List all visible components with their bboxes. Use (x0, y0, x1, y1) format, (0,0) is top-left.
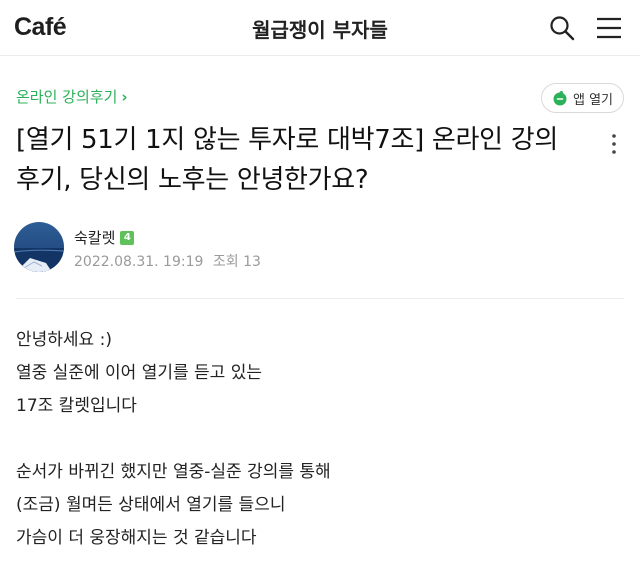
board-link[interactable]: 온라인 강의후기 › (16, 86, 128, 107)
level-badge-icon: 4 (120, 230, 135, 245)
content-line: 안녕하세요 :) (16, 330, 112, 350)
menu-icon[interactable] (594, 13, 624, 43)
chevron-right-icon: › (121, 88, 128, 106)
author-info: 숙칼렛 4 (74, 227, 135, 248)
board-name: 온라인 강의후기 (16, 88, 118, 106)
post-date: 2022.08.31. 19:19 (74, 254, 204, 270)
content-line: 순서가 바뀌긴 했지만 열중-실준 강의를 통해 (16, 462, 331, 482)
content-line: (조금) 월며든 상태에서 열기를 들으니 (16, 495, 286, 515)
open-app-label: 앱 열기 (572, 92, 613, 108)
content-line: 17조 칼렛입니다 (16, 396, 137, 416)
post-title: [열기 51기 1지 않는 투자로 대박7조] 온라인 강의 후기, 당신의 노… (16, 125, 558, 195)
content-line: 가슴이 더 웅장해지는 것 같습니다 (16, 528, 257, 548)
top-app-bar: Café 월급쟁이 부자들 (0, 0, 640, 56)
view-count: 조회 13 (212, 254, 261, 270)
divider (16, 298, 624, 299)
more-vertical-icon[interactable] (606, 131, 622, 157)
content-line-blank (16, 423, 616, 456)
cafe-cup-icon (553, 91, 567, 106)
author-name[interactable]: 숙칼렛 (74, 227, 115, 248)
search-icon[interactable] (547, 13, 577, 43)
open-app-button[interactable]: 앱 열기 (541, 83, 624, 113)
post-content: 안녕하세요 :) 열중 실준에 이어 열기를 듣고 있는 17조 칼렛입니다 순… (16, 324, 616, 555)
post-meta: 2022.08.31. 19:19 조회 13 (74, 251, 261, 271)
cafe-name[interactable]: 월급쟁이 부자들 (0, 14, 640, 43)
content-line: 열중 실준에 이어 열기를 듣고 있는 (16, 363, 262, 383)
avatar[interactable] (14, 222, 64, 272)
